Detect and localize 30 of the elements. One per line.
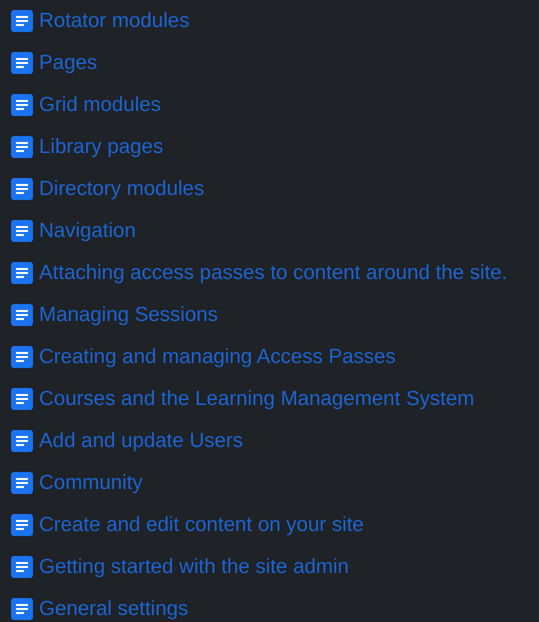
page-link[interactable]: Rotator modules (39, 11, 190, 31)
document-icon (11, 262, 33, 284)
document-icon (11, 10, 33, 32)
document-icon (11, 388, 33, 410)
page-link[interactable]: Library pages (39, 137, 164, 157)
document-icon (11, 52, 33, 74)
document-icon (11, 472, 33, 494)
page-link[interactable]: General settings (39, 599, 188, 619)
page-link[interactable]: Courses and the Learning Management System (39, 389, 474, 409)
document-icon (11, 178, 33, 200)
page-link[interactable]: Managing Sessions (39, 305, 218, 325)
page-link[interactable]: Pages (39, 53, 98, 73)
document-icon (11, 514, 33, 536)
page-link[interactable]: Grid modules (39, 95, 161, 115)
page-link[interactable]: Getting started with the site admin (39, 557, 349, 577)
page-link[interactable]: Navigation (39, 221, 136, 241)
page-link[interactable]: Create and edit content on your site (39, 515, 364, 535)
page-link[interactable]: Creating and managing Access Passes (39, 347, 396, 367)
page-link[interactable]: Attaching access passes to content around the site. (39, 263, 508, 283)
document-icon (11, 94, 33, 116)
document-icon (11, 598, 33, 620)
document-icon (11, 346, 33, 368)
page-link[interactable]: Community (39, 473, 143, 493)
page-link[interactable]: Directory modules (39, 179, 204, 199)
page-link[interactable]: Add and update Users (39, 431, 243, 451)
document-icon (11, 430, 33, 452)
document-icon (11, 220, 33, 242)
document-icon (11, 304, 33, 326)
document-icon (11, 556, 33, 578)
document-icon (11, 136, 33, 158)
